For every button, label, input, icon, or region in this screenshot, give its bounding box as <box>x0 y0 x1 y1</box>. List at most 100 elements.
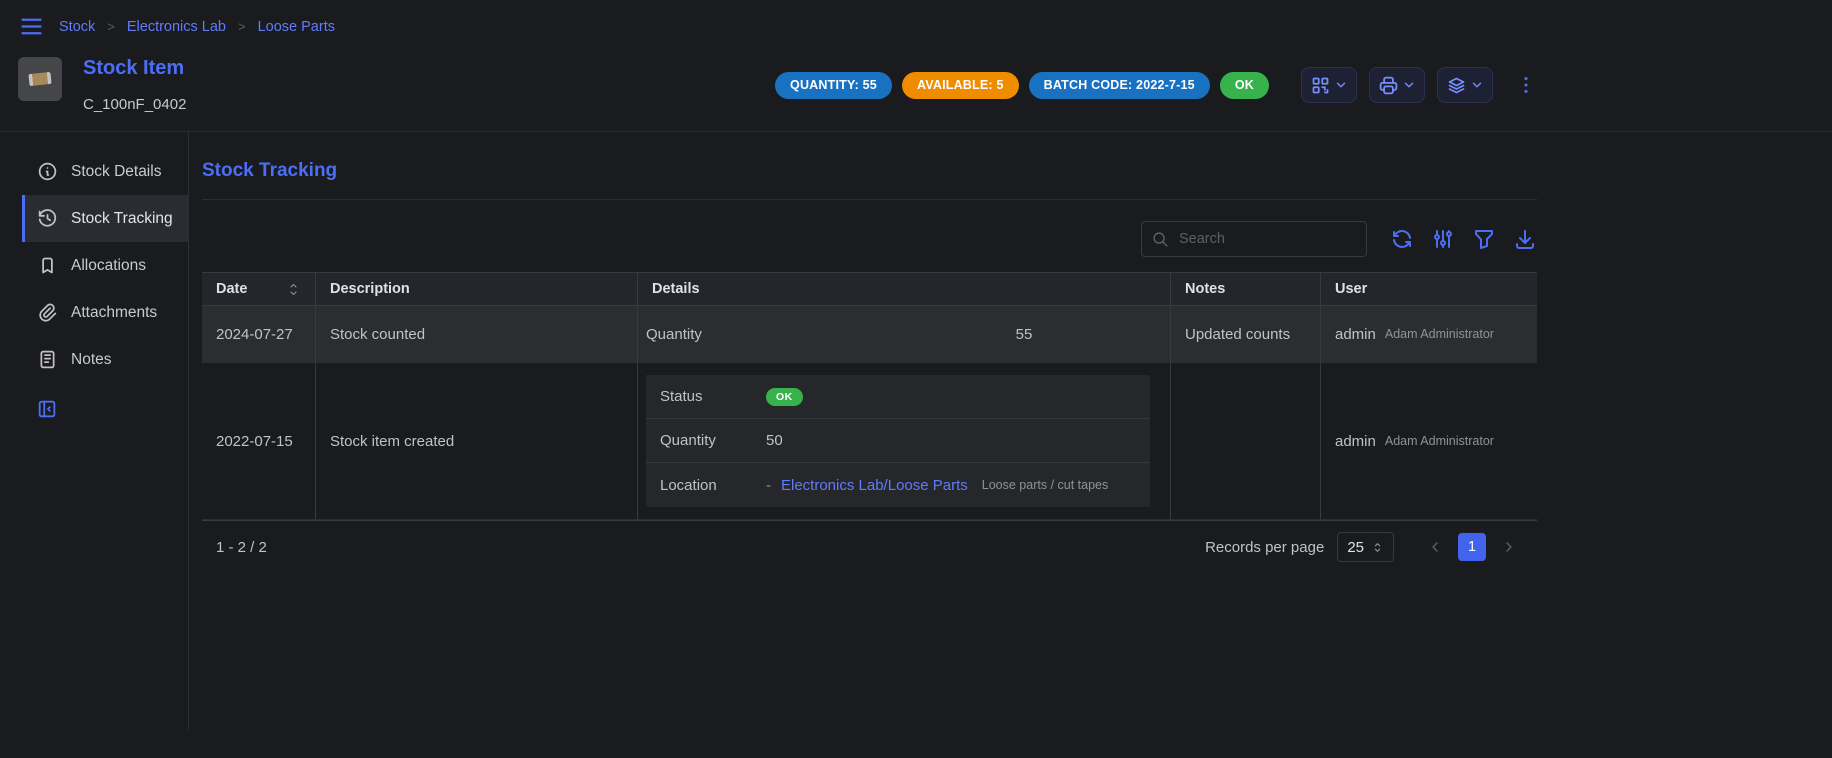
search-icon <box>1152 231 1169 248</box>
chevron-down-icon <box>1334 78 1348 92</box>
next-page-button[interactable] <box>1495 533 1523 561</box>
stock-item-thumbnail[interactable] <box>18 57 62 101</box>
quantity-badge: QUANTITY: 55 <box>775 72 892 99</box>
bookmark-icon <box>37 255 58 276</box>
barcode-actions-button[interactable] <box>1301 67 1357 103</box>
barcode-actions-icon <box>1310 75 1331 96</box>
print-actions-icon <box>1378 75 1399 96</box>
section-title: Stock Tracking <box>202 160 1537 182</box>
location-description: Loose parts / cut tapes <box>982 478 1108 492</box>
status-badge: OK <box>1220 72 1269 99</box>
breadcrumb-separator: > <box>238 19 246 34</box>
sidebar-item-label: Allocations <box>71 257 146 275</box>
details-cell: Quantity 55 <box>637 306 1170 362</box>
info-icon <box>37 161 58 182</box>
print-actions-button[interactable] <box>1369 67 1425 103</box>
sidebar: Stock Details Stock Tracking Allocations… <box>0 132 189 730</box>
stock-actions-icon <box>1446 75 1467 96</box>
location-prefix: - <box>766 477 771 494</box>
sidebar-item-stock-details[interactable]: Stock Details <box>22 148 188 195</box>
detail-label: Location <box>660 477 766 494</box>
breadcrumb-electronics-lab[interactable]: Electronics Lab <box>127 19 226 35</box>
history-icon <box>37 208 58 229</box>
details-cell: Status OK Quantity 50 Location <box>637 363 1170 519</box>
records-per-page-select[interactable]: 25 <box>1337 532 1394 562</box>
download-icon[interactable] <box>1513 227 1537 251</box>
user-cell: admin Adam Administrator <box>1320 363 1537 519</box>
records-per-page-label: Records per page <box>1205 539 1324 556</box>
detail-row-quantity: Quantity 50 <box>646 419 1150 463</box>
column-header-label: Date <box>216 281 247 297</box>
sidebar-item-label: Attachments <box>71 304 157 322</box>
sort-icon <box>286 282 301 297</box>
description-cell: Stock item created <box>315 363 637 519</box>
description-cell: Stock counted <box>315 306 637 362</box>
detail-row-location: Location - Electronics Lab/Loose Parts L… <box>646 463 1150 507</box>
refresh-icon[interactable] <box>1390 227 1414 251</box>
chevron-left-icon <box>1427 539 1443 555</box>
sidebar-item-stock-tracking[interactable]: Stock Tracking <box>22 195 188 242</box>
stock-actions-button[interactable] <box>1437 67 1493 103</box>
search-box <box>1141 221 1367 257</box>
detail-value: 55 <box>898 326 1150 343</box>
selector-icon <box>1371 541 1384 554</box>
part-name: C_100nF_0402 <box>83 96 186 113</box>
table-row[interactable]: 2022-07-15 Stock item created Status OK <box>202 363 1537 520</box>
sidebar-item-notes[interactable]: Notes <box>22 336 188 383</box>
column-header-description[interactable]: Description <box>315 273 637 305</box>
page-1-button[interactable]: 1 <box>1458 533 1486 561</box>
column-header-details[interactable]: Details <box>637 273 1170 305</box>
breadcrumb-bar: Stock > Electronics Lab > Loose Parts <box>0 0 1832 49</box>
stock-tracking-table: Date Description Details Notes User 2024… <box>202 272 1537 573</box>
main-panel: Stock Tracking <box>189 132 1832 730</box>
chevron-down-icon <box>1402 78 1416 92</box>
detail-label: Quantity <box>660 432 766 449</box>
table-header-row: Date Description Details Notes User <box>202 273 1537 306</box>
column-header-date[interactable]: Date <box>202 273 315 305</box>
date-cell: 2022-07-15 <box>202 363 315 519</box>
notes-icon <box>37 349 58 370</box>
username: admin <box>1335 326 1376 343</box>
user-fullname: Adam Administrator <box>1385 434 1494 448</box>
records-per-page-value: 25 <box>1347 539 1364 556</box>
sidebar-item-attachments[interactable]: Attachments <box>22 289 188 336</box>
detail-value: 50 <box>766 432 783 449</box>
collapse-sidebar-button[interactable] <box>36 398 58 420</box>
search-input[interactable] <box>1177 230 1356 248</box>
breadcrumb-stock[interactable]: Stock <box>59 19 95 35</box>
notes-cell <box>1170 363 1320 519</box>
detail-label: Quantity <box>646 326 898 343</box>
page-title: Stock Item <box>83 57 186 80</box>
adjustments-icon[interactable] <box>1431 227 1455 251</box>
detail-label: Status <box>660 388 766 405</box>
notes-cell: Updated counts <box>1170 306 1320 362</box>
table-row[interactable]: 2024-07-27 Stock counted Quantity 55 Upd… <box>202 306 1537 363</box>
ok-status-badge: OK <box>766 388 803 406</box>
sidebar-item-allocations[interactable]: Allocations <box>22 242 188 289</box>
previous-page-button[interactable] <box>1421 533 1449 561</box>
detail-row-status: Status OK <box>646 375 1150 419</box>
filter-icon[interactable] <box>1472 227 1496 251</box>
available-badge: AVAILABLE: 5 <box>902 72 1019 99</box>
pagination: 1 <box>1421 533 1523 561</box>
paperclip-icon <box>37 302 58 323</box>
record-range: 1 - 2 / 2 <box>216 539 267 556</box>
username: admin <box>1335 433 1376 450</box>
breadcrumb: Stock > Electronics Lab > Loose Parts <box>59 19 335 35</box>
location-link[interactable]: Electronics Lab/Loose Parts <box>781 477 968 494</box>
more-options-icon[interactable] <box>1515 74 1537 96</box>
column-header-notes[interactable]: Notes <box>1170 273 1320 305</box>
sidebar-item-label: Notes <box>71 351 112 369</box>
breadcrumb-separator: > <box>107 19 115 34</box>
component-image <box>28 72 51 86</box>
breadcrumb-loose-parts[interactable]: Loose Parts <box>258 19 335 35</box>
batch-code-badge: BATCH CODE: 2022-7-15 <box>1029 72 1210 99</box>
menu-icon[interactable] <box>18 13 45 40</box>
user-fullname: Adam Administrator <box>1385 327 1494 341</box>
table-footer: 1 - 2 / 2 Records per page 25 <box>202 520 1537 573</box>
stock-item-header: Stock Item C_100nF_0402 QUANTITY: 55 AVA… <box>0 49 1832 131</box>
column-header-user[interactable]: User <box>1320 273 1537 305</box>
chevron-right-icon <box>1501 539 1517 555</box>
sidebar-item-label: Stock Details <box>71 163 161 181</box>
user-cell: admin Adam Administrator <box>1320 306 1537 362</box>
